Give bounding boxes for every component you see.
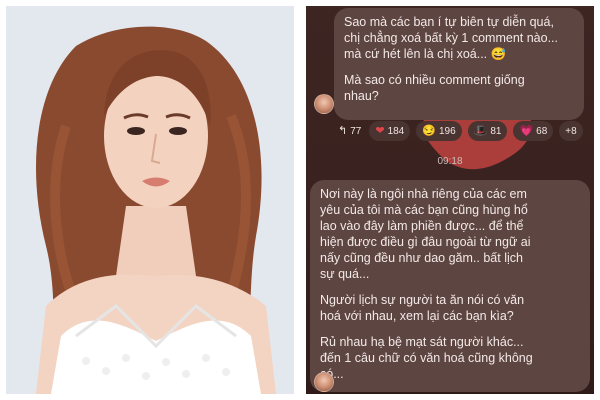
reaction-count: 77	[350, 125, 362, 137]
message-line: hiện được điều gì đâu ngoài từ ngữ ai	[320, 235, 531, 249]
reaction-count: 184	[387, 125, 405, 137]
sender-avatar[interactable]	[314, 372, 334, 392]
message-line: lao vào đây làm phiền được... để thể	[320, 219, 524, 233]
reaction-smirk[interactable]: 😏 196	[416, 121, 462, 141]
more-reactions-button[interactable]: +8	[559, 121, 583, 141]
message-line: chị chẳng xoá bất kỳ 1 comment nào...	[344, 31, 559, 45]
message-line: mà cứ hét lên là chị xoá... 😅	[344, 47, 507, 61]
portrait-photo	[6, 6, 294, 394]
pink-heart-icon: 💗	[519, 125, 534, 137]
reaction-hat[interactable]: 🎩 81	[467, 121, 508, 141]
message-line: nấy cũng đều như dao găm.. bất lịch	[320, 251, 523, 265]
message-timestamp: 09:18	[437, 156, 463, 167]
reaction-bar: ↰ 77 ❤ 184 😏 196 🎩 81 💗 68 +8	[336, 120, 583, 142]
message-line: Mà sao có nhiều comment giống	[344, 73, 525, 87]
reaction-count: 196	[438, 125, 456, 137]
message-line: yêu của tôi mà các bạn cũng hùng hổ	[320, 203, 528, 217]
sender-avatar[interactable]	[314, 94, 334, 114]
message-line: Sao mà các bạn í tự biên tự diễn quá,	[344, 15, 554, 29]
message-line: Rủ nhau hạ bệ mạt sát người khác...	[320, 335, 524, 349]
message-bubble-1[interactable]: Sao mà các bạn í tự biên tự diễn quá, ch…	[334, 8, 584, 120]
message-line: Nơi này là ngôi nhà riêng của các em	[320, 187, 527, 201]
message-bubble-2[interactable]: Nơi này là ngôi nhà riêng của các em yêu…	[310, 180, 590, 392]
more-reactions-count: +8	[565, 125, 577, 137]
message-line: sự quá...	[320, 267, 370, 281]
message-line: Người lịch sự người ta ăn nói có văn	[320, 293, 525, 307]
reply-count[interactable]: ↰ 77	[336, 121, 363, 141]
message-line: có...	[320, 367, 344, 381]
hat-icon: 🎩	[473, 125, 488, 137]
reaction-count: 81	[490, 125, 502, 137]
message-line: đến 1 câu chữ có văn hoá cũng không	[320, 351, 533, 365]
reply-arrow-icon: ↰	[338, 125, 348, 137]
chat-screenshot: Sao mà các bạn í tự biên tự diễn quá, ch…	[306, 6, 594, 394]
message-line: hoá với nhau, xem lại các bạn kìa?	[320, 309, 514, 323]
heart-icon: ❤	[375, 125, 385, 137]
reaction-count: 68	[536, 125, 548, 137]
message-line: nhau?	[344, 89, 379, 103]
reaction-pink-heart[interactable]: 💗 68	[513, 121, 554, 141]
reaction-heart[interactable]: ❤ 184	[369, 121, 411, 141]
smirk-face-icon: 😏	[422, 125, 436, 137]
